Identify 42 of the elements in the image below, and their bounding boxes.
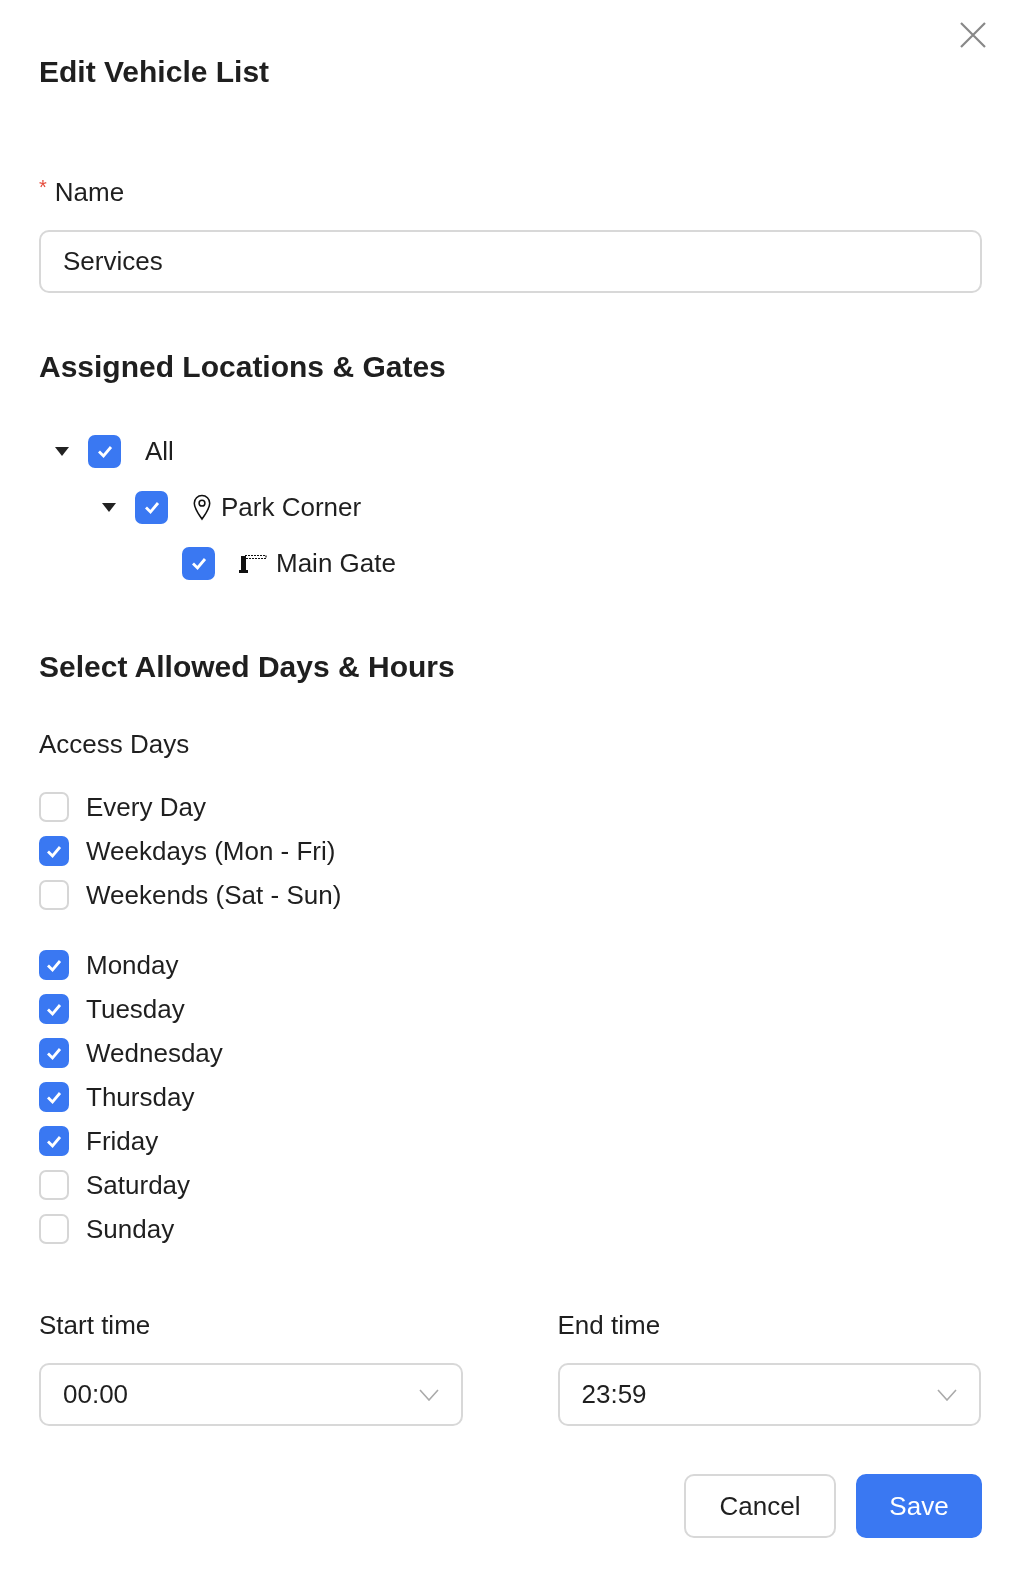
checkbox-label[interactable]: Friday [86,1125,159,1157]
checkbox-label[interactable]: Tuesday [86,993,185,1025]
name-field[interactable]: Services [39,230,982,293]
checkbox[interactable] [182,546,215,580]
close-icon[interactable] [960,22,986,48]
checkbox[interactable] [135,490,168,524]
checkbox-label[interactable]: Weekends (Sat - Sun) [86,879,342,911]
checkbox-label[interactable]: Wednesday [86,1037,223,1069]
checkbox[interactable] [39,950,69,980]
checkbox[interactable] [39,1126,69,1156]
checkbox-label[interactable]: Every Day [86,791,206,823]
checkbox-label[interactable]: Monday [86,949,179,981]
time-label: End time [557,1309,662,1342]
save-button[interactable]: Save [856,1474,982,1538]
location-pin-icon [192,493,212,521]
caret-icon[interactable] [55,446,69,456]
section-heading: Select Allowed Days & Hours [39,649,456,685]
required-mark: * [39,175,47,199]
checkbox-label[interactable]: Weekdays (Mon - Fri) [86,835,336,867]
cancel-button[interactable]: Cancel [684,1474,836,1538]
tree-item-label[interactable]: All [145,434,174,468]
time-label: Start time [39,1309,152,1342]
checkbox[interactable] [39,994,69,1024]
access-days-label: Access Days [39,728,191,761]
chevron-down-icon [418,1388,439,1401]
checkbox-label[interactable]: Saturday [86,1169,191,1201]
checkbox-label[interactable]: Sunday [86,1213,175,1245]
checkbox[interactable] [39,1082,69,1112]
tree-item-label[interactable]: Park Corner [221,490,362,524]
dialog-title: Edit Vehicle List [39,54,271,90]
name-label: Name [54,176,125,209]
tree-item-label[interactable]: Main Gate [276,546,396,580]
section-heading: Assigned Locations & Gates [39,349,447,385]
time-select[interactable]: 00:00 [39,1363,463,1426]
checkbox[interactable] [39,1038,69,1068]
time-select[interactable]: 23:59 [557,1363,981,1426]
chevron-down-icon [937,1388,957,1401]
checkbox-label[interactable]: Thursday [86,1081,195,1113]
checkbox[interactable] [88,434,121,468]
caret-icon[interactable] [102,502,116,512]
checkbox[interactable] [39,836,69,866]
gate-barrier-icon [239,553,267,573]
